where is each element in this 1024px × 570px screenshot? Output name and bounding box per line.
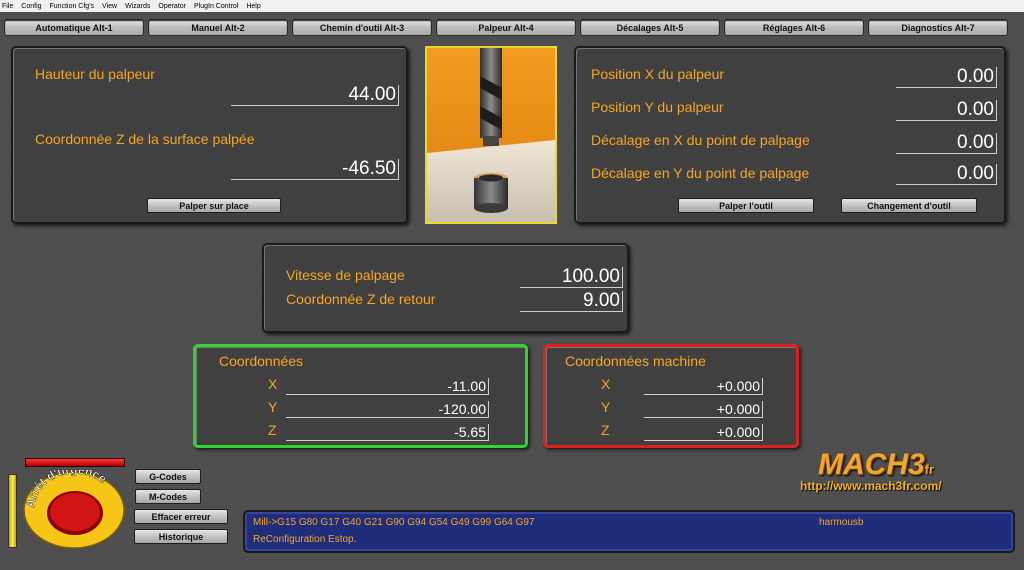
gcodes-button[interactable]: G-Codes [135, 469, 201, 484]
menu-function-cfgs[interactable]: Function Cfg's [50, 3, 95, 10]
tab-decalages[interactable]: Décalages Alt-5 [580, 19, 720, 36]
machine-z-axis-label: Z [601, 422, 610, 438]
probe-tool-button[interactable]: Palper l'outil [678, 198, 814, 213]
history-button[interactable]: Historique [134, 529, 228, 544]
offset-x-label: Décalage en X du point de palpage [591, 132, 810, 148]
emergency-stop-button[interactable]: Arrêt d'urgence [22, 462, 127, 550]
menu-plugin-control[interactable]: PlugIn Control [194, 3, 238, 10]
menu-operator[interactable]: Operator [158, 3, 186, 10]
menu-config[interactable]: Config [21, 3, 41, 10]
menu-help[interactable]: Help [246, 3, 260, 10]
offset-y-value[interactable]: 0.00 [896, 164, 997, 185]
probe-x-value[interactable]: 0.00 [896, 67, 997, 88]
emergency-stop-icon: Arrêt d'urgence [23, 462, 125, 549]
menu-view[interactable]: View [102, 3, 117, 10]
tab-chemin-outil[interactable]: Chemin d'outil Alt-3 [292, 19, 432, 36]
probe-position-panel: Position X du palpeur 0.00 Position Y du… [574, 46, 1006, 224]
menu-file[interactable]: File [2, 3, 13, 10]
website-link[interactable]: http://www.mach3fr.com/ [800, 479, 942, 493]
offset-x-value[interactable]: 0.00 [896, 133, 997, 154]
status-message: ReConfiguration Estop. [253, 534, 357, 545]
gcode-modal-line: Mill->G15 G80 G17 G40 G21 G90 G94 G54 G4… [253, 517, 535, 528]
machine-y-value[interactable]: +0.000 [644, 401, 763, 418]
machine-x-value[interactable]: +0.000 [644, 378, 763, 395]
mach3-logo: MACH3fr [818, 448, 934, 482]
reset-indicator-bar [25, 458, 125, 467]
menu-bar: File Config Function Cfg's View Wizards … [0, 0, 1024, 12]
machine-x-axis-label: X [601, 376, 611, 392]
offset-y-label: Décalage en Y du point de palpage [591, 165, 810, 181]
work-coordinates-panel: Coordonnées X -11.00 Y -120.00 Z -5.65 [193, 344, 528, 448]
probe-height-label: Hauteur du palpeur [35, 66, 155, 82]
logo-text: MACH3 [818, 448, 925, 481]
mcodes-button[interactable]: M-Codes [135, 489, 201, 504]
reset-level-bar [8, 474, 17, 548]
work-x-value[interactable]: -11.00 [286, 378, 489, 395]
probe-speed-value[interactable]: 100.00 [520, 267, 623, 288]
machine-coordinates-panel: Coordonnées machine X +0.000 Y +0.000 Z … [543, 344, 799, 448]
probe-y-label: Position Y du palpeur [591, 99, 724, 115]
status-panel: Mill->G15 G80 G17 G40 G21 G90 G94 G54 G4… [243, 510, 1015, 553]
work-y-axis-label: Y [268, 399, 278, 415]
logo-suffix: fr [924, 462, 935, 477]
screen-tabs: Automatique Alt-1 Manuel Alt-2 Chemin d'… [0, 19, 1024, 37]
probe-height-panel: Hauteur du palpeur 44.00 Coordonnée Z de… [11, 46, 408, 224]
tab-reglages[interactable]: Réglages Alt-6 [724, 19, 864, 36]
return-z-label: Coordonnée Z de retour [286, 291, 436, 307]
tab-diagnostics[interactable]: Diagnostics Alt-7 [868, 19, 1008, 36]
tab-palpeur[interactable]: Palpeur Alt-4 [436, 19, 576, 36]
tab-automatique[interactable]: Automatique Alt-1 [4, 19, 144, 36]
probe-speed-label: Vitesse de palpage [286, 267, 405, 283]
profile-user: harmousb [819, 517, 864, 528]
probe-in-place-button[interactable]: Palper sur place [147, 198, 281, 213]
work-z-value[interactable]: -5.65 [286, 424, 489, 441]
tab-manuel[interactable]: Manuel Alt-2 [148, 19, 288, 36]
probed-surface-value[interactable]: -46.50 [231, 159, 399, 180]
return-z-value[interactable]: 9.00 [520, 291, 623, 312]
menu-wizards[interactable]: Wizards [125, 3, 150, 10]
probe-x-label: Position X du palpeur [591, 66, 725, 82]
machine-coordinates-title: Coordonnées machine [565, 353, 706, 369]
probe-tool-image [427, 48, 555, 222]
probed-surface-label: Coordonnée Z de la surface palpée [35, 131, 255, 147]
tool-change-button[interactable]: Changement d'outil [841, 198, 977, 213]
work-z-axis-label: Z [268, 422, 277, 438]
machine-y-axis-label: Y [601, 399, 611, 415]
clear-error-button[interactable]: Effacer erreur [134, 509, 228, 524]
work-coordinates-title: Coordonnées [219, 353, 304, 369]
machine-z-value[interactable]: +0.000 [644, 424, 763, 441]
probe-speed-panel: Vitesse de palpage 100.00 Coordonnée Z d… [262, 243, 629, 333]
work-y-value[interactable]: -120.00 [286, 401, 489, 418]
probe-illustration [425, 46, 557, 224]
probe-height-value[interactable]: 44.00 [231, 85, 399, 106]
work-x-axis-label: X [268, 376, 278, 392]
probe-y-value[interactable]: 0.00 [896, 100, 997, 121]
